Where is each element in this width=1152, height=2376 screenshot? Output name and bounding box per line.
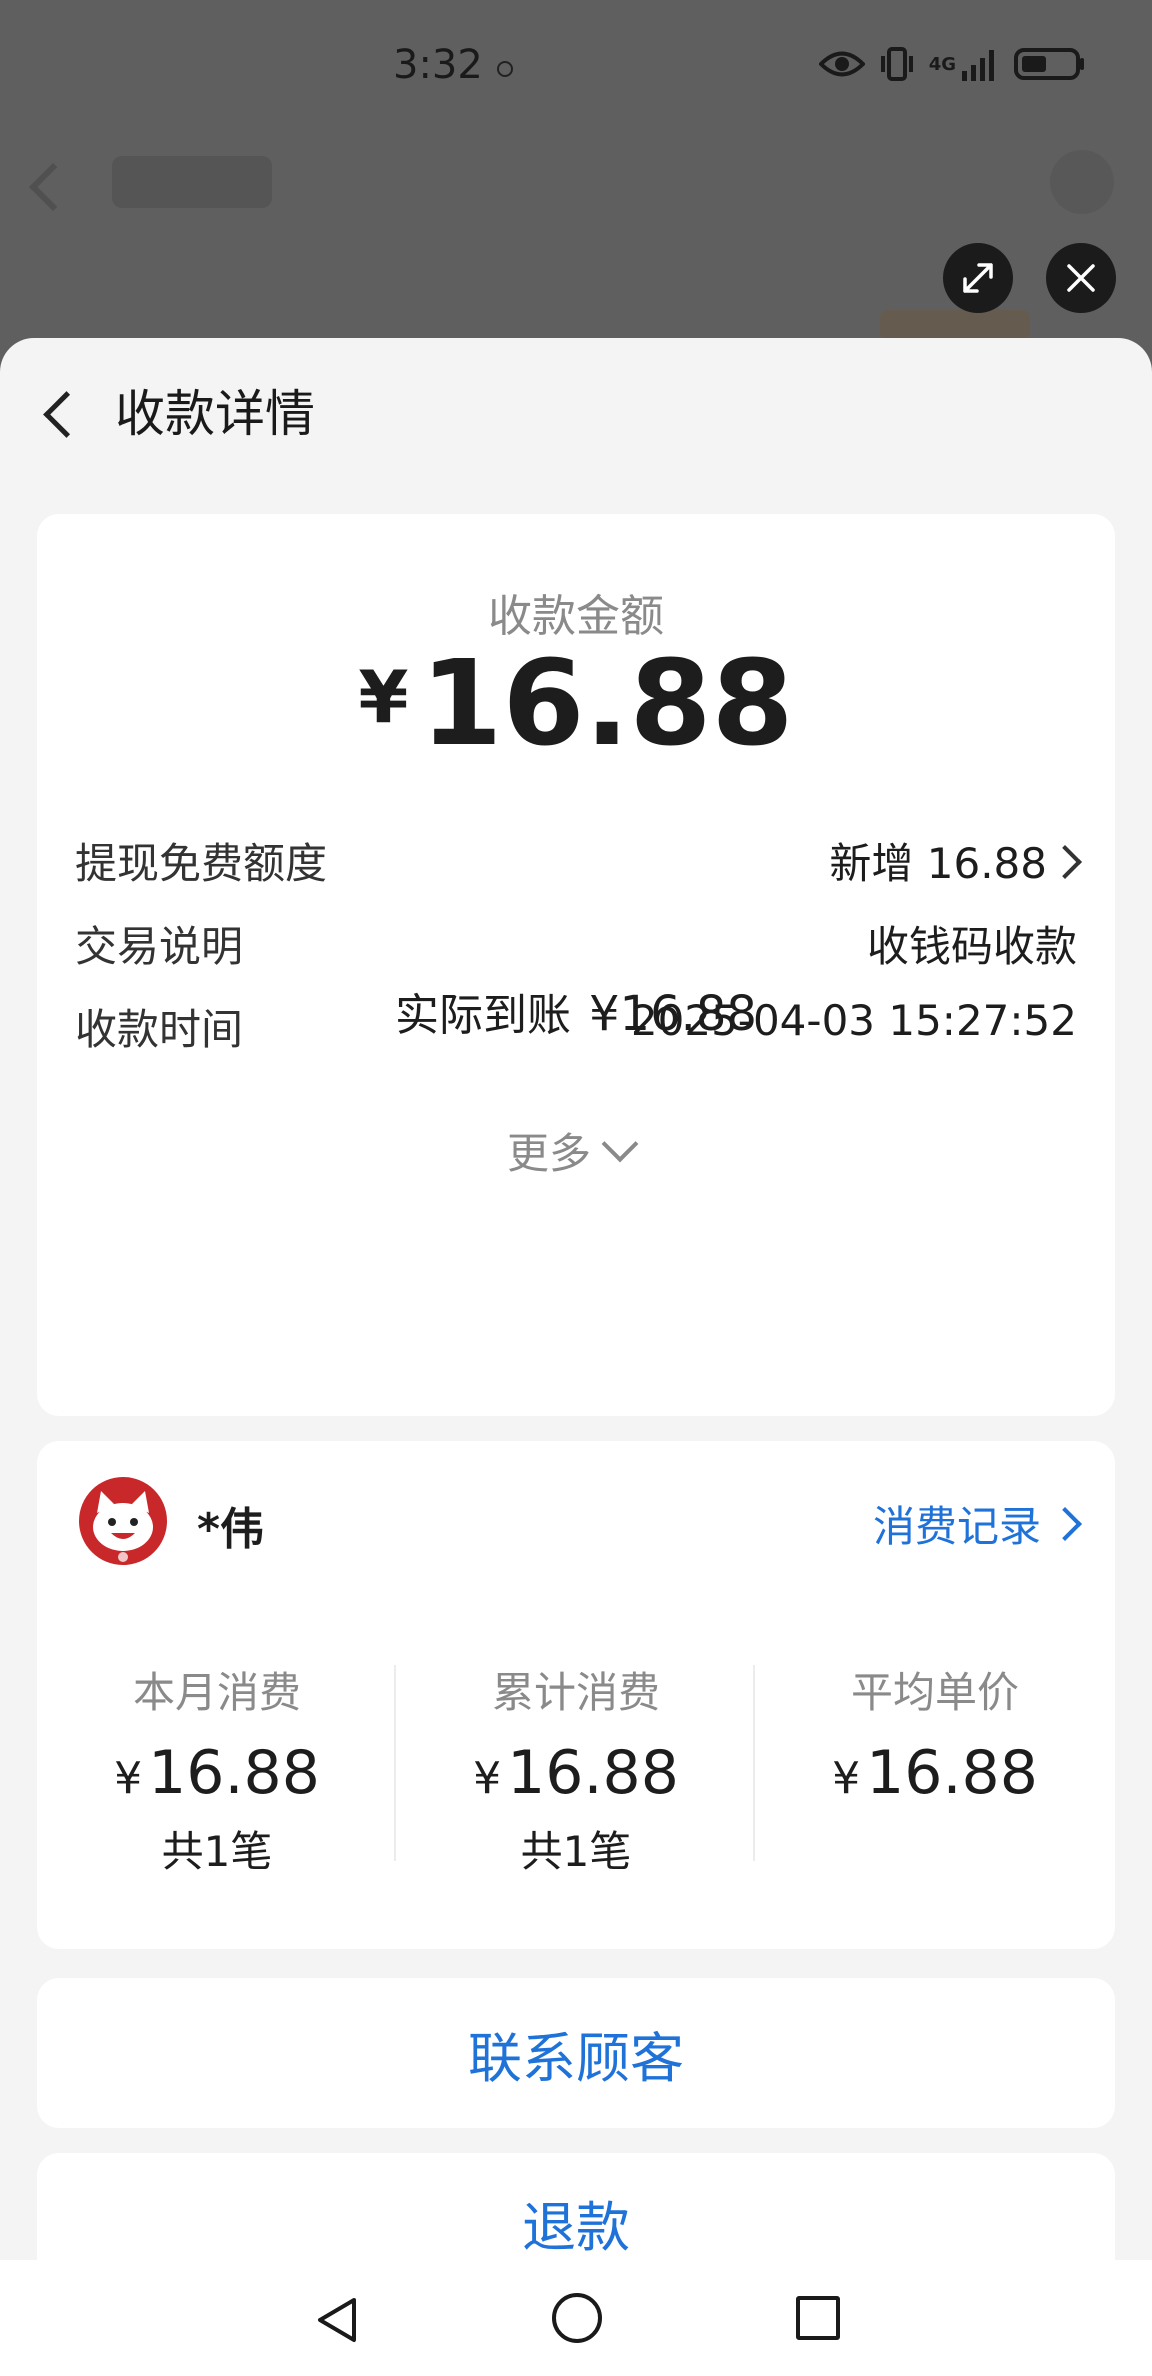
close-icon [1067,264,1095,292]
customer-card: *伟 消费记录 本月消费 ¥16.88 共1笔 累计消费 ¥16.88 共1笔 … [37,1441,1115,1949]
stat-label: 平均单价 [850,1668,1019,1717]
nav-back-icon[interactable] [314,2296,360,2344]
amount-value: ¥16.88 [37,634,1115,772]
stat-amount: 16.88 [866,1738,1038,1808]
amount-number: 16.88 [420,634,794,772]
currency-symbol: ¥ [114,1753,143,1804]
transaction-desc-row: 交易说明 收钱码收款 [75,913,1077,974]
chevron-right-icon [1048,1506,1082,1541]
background-element [880,310,1030,340]
chevron-down-icon [601,1125,639,1162]
info-key: 交易说明 [75,922,244,971]
system-nav-bar [0,2260,1152,2376]
records-link-label: 消费记录 [872,1502,1041,1551]
stat-value: ¥16.88 [37,1738,397,1808]
status-bar: 3:32 4G [0,0,1152,140]
status-icons: 4G [818,46,1086,82]
background-title [112,156,272,208]
withdraw-quota-row[interactable]: 提现免费额度 新增 16.88 [75,830,1082,891]
background-avatar [1050,150,1114,214]
info-key: 收款时间 [75,1005,244,1054]
stat-month: 本月消费 ¥16.88 共1笔 [37,1659,397,1879]
network-type: 4G [928,53,956,75]
close-button[interactable] [1046,243,1116,313]
stat-amount: 16.88 [507,1738,679,1808]
refund-button[interactable]: 退款 [37,2153,1115,2260]
currency-symbol: ¥ [832,1753,861,1804]
more-label: 更多 [507,1129,592,1178]
status-time: 3:32 [393,42,483,88]
withdraw-quota-value: 新增 16.88 [829,839,1047,888]
customer-name: *伟 [197,1504,265,1555]
expand-icon [963,263,993,293]
back-button[interactable] [38,378,90,448]
stat-count: 共1笔 [161,1827,273,1876]
more-button[interactable]: 更多 [507,1120,639,1181]
currency-symbol: ¥ [473,1753,502,1804]
payment-time-row: 收款时间 2025-04-03 15:27:52 [75,996,1077,1057]
stat-count: 共1笔 [520,1827,632,1876]
stat-label: 本月消费 [132,1668,301,1717]
contact-customer-label: 联系顾客 [468,2026,684,2090]
battery-icon [1014,48,1084,80]
page-title: 收款详情 [115,385,315,443]
info-value: 收钱码收款 [866,922,1077,971]
eye-icon [818,51,865,77]
info-value: 新增 16.88 [829,830,1082,891]
currency-symbol: ¥ [358,655,409,739]
stat-amount: 16.88 [148,1738,320,1808]
nav-recent-apps-icon[interactable] [796,2296,840,2340]
stat-label: 累计消费 [491,1668,660,1717]
stat-average: 平均单价 ¥16.88 [755,1659,1115,1808]
signal-icon [962,50,994,81]
payment-detail-sheet: 收款详情 收款金额 ¥16.88 实际到账 ¥16.88 提现免费额度 新增 16… [0,338,1152,2260]
avatar[interactable] [79,1477,167,1565]
amount-card: 收款金额 ¥16.88 实际到账 ¥16.88 提现免费额度 新增 16.88 交… [37,514,1115,1416]
sheet-header: 收款详情 [0,338,1152,488]
chevron-left-icon [43,391,90,438]
notification-icon [497,61,513,77]
contact-customer-button[interactable]: 联系顾客 [37,1978,1115,2128]
stat-value: ¥16.88 [755,1738,1115,1808]
stat-value: ¥16.88 [396,1738,756,1808]
nav-home-icon[interactable] [552,2293,602,2343]
expand-button[interactable] [943,243,1013,313]
refund-label: 退款 [522,2196,630,2259]
info-key: 提现免费额度 [75,839,328,888]
consumption-records-link[interactable]: 消费记录 [872,1493,1082,1554]
chevron-right-icon [1048,845,1082,879]
info-value: 2025-04-03 15:27:52 [630,996,1077,1045]
stat-total: 累计消费 ¥16.88 共1笔 [396,1659,756,1879]
vibrate-icon [880,47,913,81]
